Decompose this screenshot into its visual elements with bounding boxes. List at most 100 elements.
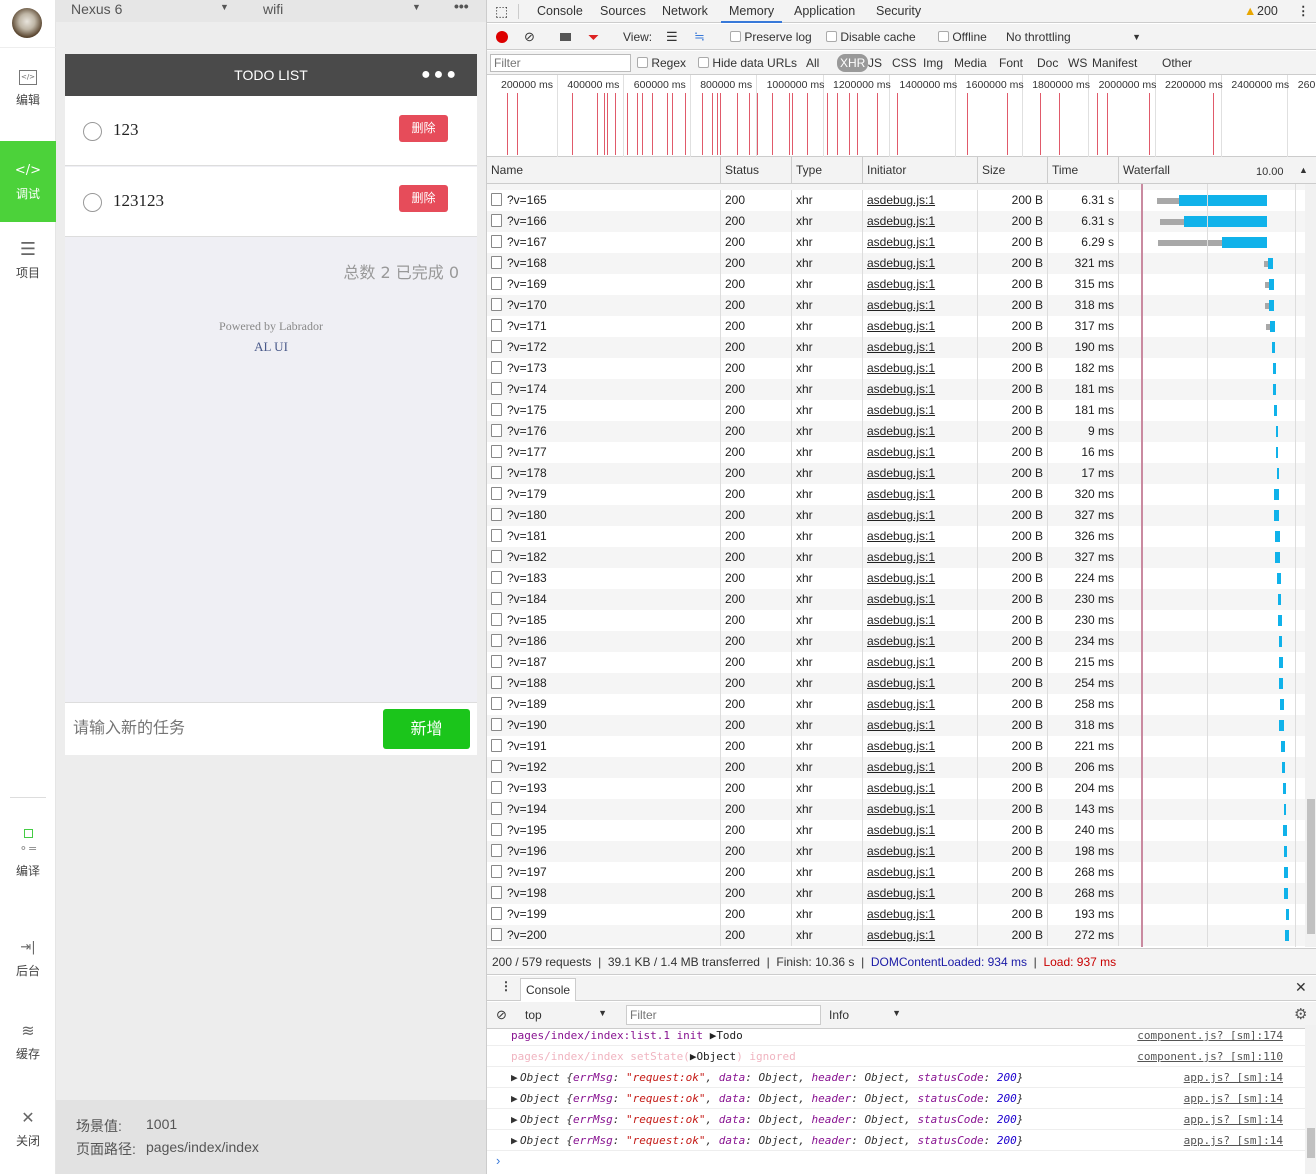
todo-checkbox[interactable] bbox=[83, 193, 102, 212]
todo-checkbox[interactable] bbox=[83, 122, 102, 141]
more-icon[interactable]: ••• bbox=[454, 0, 469, 14]
table-row[interactable]: ?v=180 200 xhr asdebug.js:1 200 B 327 ms bbox=[487, 505, 1305, 526]
record-icon[interactable] bbox=[496, 31, 508, 43]
type-filter-js[interactable]: JS bbox=[868, 51, 882, 75]
name-cell[interactable]: ?v=182 bbox=[487, 547, 721, 568]
add-button[interactable]: 新增 bbox=[383, 709, 470, 749]
name-cell[interactable]: ?v=170 bbox=[487, 295, 721, 316]
sidebar-item-compile[interactable]: ⚬= 编译 bbox=[0, 828, 56, 879]
initiator-cell[interactable]: asdebug.js:1 bbox=[863, 421, 978, 442]
initiator-cell[interactable]: asdebug.js:1 bbox=[863, 295, 978, 316]
name-cell[interactable]: ?v=188 bbox=[487, 673, 721, 694]
console-filter-input[interactable] bbox=[626, 1005, 821, 1025]
name-cell[interactable]: ?v=183 bbox=[487, 568, 721, 589]
initiator-cell[interactable]: asdebug.js:1 bbox=[863, 883, 978, 904]
initiator-cell[interactable]: asdebug.js:1 bbox=[863, 253, 978, 274]
type-filter-xhr[interactable]: XHR bbox=[837, 54, 869, 72]
name-cell[interactable]: ?v=179 bbox=[487, 484, 721, 505]
table-row[interactable]: ?v=190 200 xhr asdebug.js:1 200 B 318 ms bbox=[487, 715, 1305, 736]
network-overview[interactable]: 200000 ms 400000 ms 600000 ms 800000 ms 1000… bbox=[487, 75, 1316, 157]
filter-input[interactable] bbox=[490, 54, 631, 72]
tab-console-drawer[interactable]: Console bbox=[520, 978, 577, 1001]
inspect-icon[interactable]: ⬚ bbox=[495, 0, 508, 23]
filter-icon[interactable]: ⏷ bbox=[588, 24, 599, 50]
initiator-cell[interactable]: asdebug.js:1 bbox=[863, 568, 978, 589]
name-cell[interactable]: ?v=180 bbox=[487, 505, 721, 526]
initiator-cell[interactable]: asdebug.js:1 bbox=[863, 484, 978, 505]
initiator-cell[interactable]: asdebug.js:1 bbox=[863, 904, 978, 925]
list-view-icon[interactable]: ☰ bbox=[666, 24, 678, 50]
name-cell[interactable]: ?v=171 bbox=[487, 316, 721, 337]
context-select[interactable]: top ▼ bbox=[525, 1008, 607, 1022]
tab-security[interactable]: Security bbox=[876, 0, 921, 23]
name-cell[interactable]: ?v=191 bbox=[487, 736, 721, 757]
sidebar-item-background[interactable]: ⇥| 后台 bbox=[0, 940, 56, 979]
table-row[interactable]: ?v=169 200 xhr asdebug.js:1 200 B 315 ms bbox=[487, 274, 1305, 295]
device-select[interactable]: Nexus 6 bbox=[71, 1, 122, 17]
initiator-cell[interactable]: asdebug.js:1 bbox=[863, 589, 978, 610]
type-filter-ws[interactable]: WS bbox=[1068, 51, 1087, 75]
col-status[interactable]: Status bbox=[721, 157, 792, 184]
delete-button[interactable]: 删除 bbox=[399, 185, 448, 212]
table-row[interactable]: ?v=196 200 xhr asdebug.js:1 200 B 198 ms bbox=[487, 841, 1305, 862]
initiator-cell[interactable]: asdebug.js:1 bbox=[863, 715, 978, 736]
console-prompt[interactable]: › bbox=[496, 1153, 500, 1168]
name-cell[interactable]: ?v=165 bbox=[487, 190, 721, 211]
throttling-select[interactable]: No throttling ▼ bbox=[1006, 24, 1141, 50]
scrollbar[interactable] bbox=[1305, 1025, 1316, 1174]
initiator-cell[interactable]: asdebug.js:1 bbox=[863, 610, 978, 631]
sidebar-item-edit[interactable]: </> 编辑 bbox=[0, 70, 56, 108]
name-cell[interactable]: ?v=175 bbox=[487, 400, 721, 421]
table-row[interactable]: ?v=165 200 xhr asdebug.js:1 200 B 6.31 s bbox=[487, 190, 1305, 211]
table-row[interactable]: ?v=166 200 xhr asdebug.js:1 200 B 6.31 s bbox=[487, 211, 1305, 232]
table-row[interactable]: ?v=194 200 xhr asdebug.js:1 200 B 143 ms bbox=[487, 799, 1305, 820]
col-time[interactable]: Time bbox=[1048, 157, 1119, 184]
clear-console-icon[interactable]: ⊘ bbox=[496, 1007, 507, 1023]
initiator-cell[interactable]: asdebug.js:1 bbox=[863, 925, 978, 946]
table-row[interactable]: ?v=182 200 xhr asdebug.js:1 200 B 327 ms bbox=[487, 547, 1305, 568]
waterfall-view-icon[interactable]: ≒ bbox=[694, 24, 705, 50]
table-row[interactable]: ?v=186 200 xhr asdebug.js:1 200 B 234 ms bbox=[487, 631, 1305, 652]
name-cell[interactable]: ?v=200 bbox=[487, 925, 721, 946]
disable-cache-checkbox[interactable] bbox=[826, 31, 837, 42]
source-link[interactable]: app.js? [sm]:14 bbox=[1184, 1109, 1283, 1130]
close-icon[interactable]: ✕ bbox=[1295, 979, 1307, 996]
initiator-cell[interactable]: asdebug.js:1 bbox=[863, 463, 978, 484]
type-filter-all[interactable]: All bbox=[806, 51, 819, 75]
camera-icon[interactable] bbox=[560, 33, 571, 41]
name-cell[interactable]: ?v=187 bbox=[487, 652, 721, 673]
table-row[interactable]: ?v=170 200 xhr asdebug.js:1 200 B 318 ms bbox=[487, 295, 1305, 316]
table-row[interactable]: ?v=198 200 xhr asdebug.js:1 200 B 268 ms bbox=[487, 883, 1305, 904]
table-row[interactable]: ?v=176 200 xhr asdebug.js:1 200 B 9 ms bbox=[487, 421, 1305, 442]
name-cell[interactable]: ?v=174 bbox=[487, 379, 721, 400]
table-row[interactable]: ?v=189 200 xhr asdebug.js:1 200 B 258 ms bbox=[487, 694, 1305, 715]
col-size[interactable]: Size bbox=[978, 157, 1048, 184]
type-filter-img[interactable]: Img bbox=[923, 51, 943, 75]
warning-count[interactable]: 200 bbox=[1257, 0, 1278, 23]
type-filter-media[interactable]: Media bbox=[954, 51, 987, 75]
table-row[interactable]: ?v=171 200 xhr asdebug.js:1 200 B 317 ms bbox=[487, 316, 1305, 337]
source-link[interactable]: app.js? [sm]:14 bbox=[1184, 1067, 1283, 1088]
hide-data-urls-checkbox[interactable] bbox=[698, 57, 709, 68]
initiator-cell[interactable]: asdebug.js:1 bbox=[863, 778, 978, 799]
table-row[interactable]: ?v=175 200 xhr asdebug.js:1 200 B 181 ms bbox=[487, 400, 1305, 421]
initiator-cell[interactable]: asdebug.js:1 bbox=[863, 757, 978, 778]
tab-console[interactable]: Console bbox=[537, 0, 583, 23]
col-name[interactable]: Name bbox=[487, 157, 721, 184]
initiator-cell[interactable]: asdebug.js:1 bbox=[863, 841, 978, 862]
name-cell[interactable]: ?v=185 bbox=[487, 610, 721, 631]
expand-object[interactable]: ▶Todo bbox=[710, 1029, 743, 1042]
initiator-cell[interactable]: asdebug.js:1 bbox=[863, 316, 978, 337]
initiator-cell[interactable]: asdebug.js:1 bbox=[863, 799, 978, 820]
name-cell[interactable]: ?v=197 bbox=[487, 862, 721, 883]
initiator-cell[interactable]: asdebug.js:1 bbox=[863, 400, 978, 421]
initiator-cell[interactable]: asdebug.js:1 bbox=[863, 379, 978, 400]
name-cell[interactable]: ?v=195 bbox=[487, 820, 721, 841]
table-row[interactable]: ?v=168 200 xhr asdebug.js:1 200 B 321 ms bbox=[487, 253, 1305, 274]
more-icon[interactable]: ⋮ bbox=[500, 979, 512, 993]
initiator-cell[interactable]: asdebug.js:1 bbox=[863, 673, 978, 694]
table-row[interactable]: ?v=173 200 xhr asdebug.js:1 200 B 182 ms bbox=[487, 358, 1305, 379]
preserve-log-checkbox[interactable] bbox=[730, 31, 741, 42]
initiator-cell[interactable]: asdebug.js:1 bbox=[863, 694, 978, 715]
initiator-cell[interactable]: asdebug.js:1 bbox=[863, 358, 978, 379]
